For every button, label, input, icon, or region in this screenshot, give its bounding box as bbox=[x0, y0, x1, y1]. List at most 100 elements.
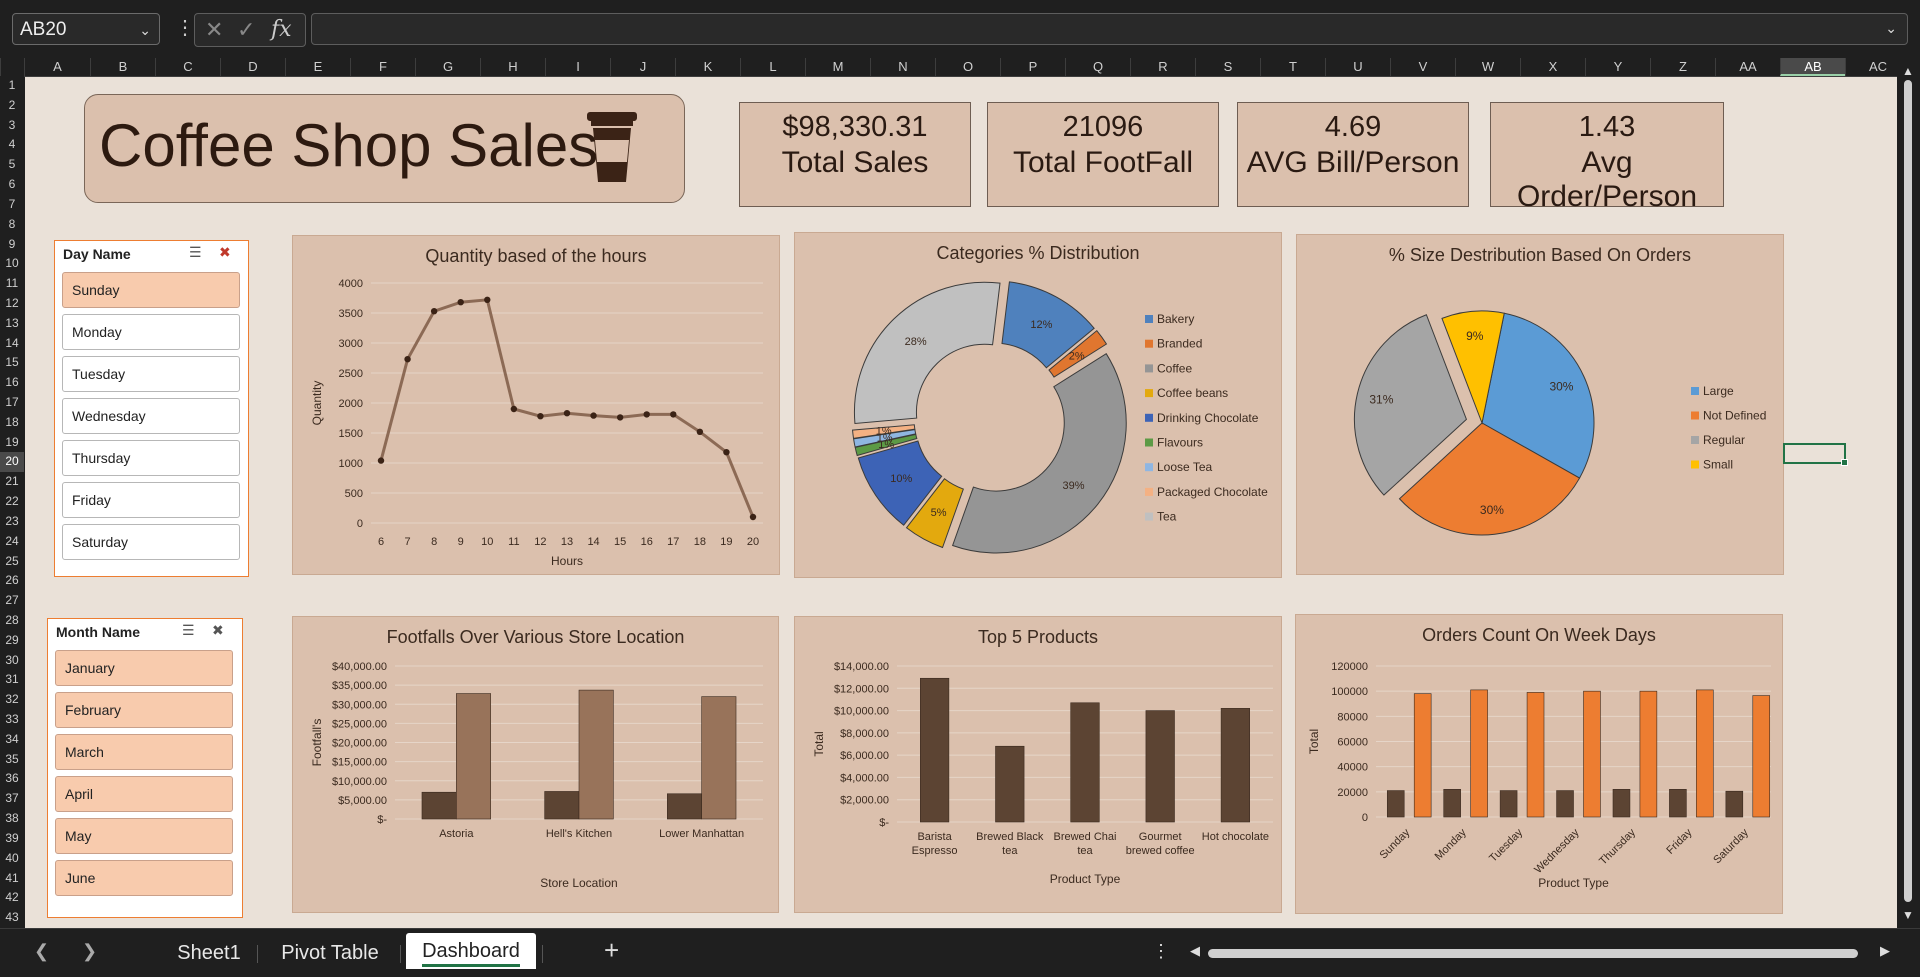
multi-select-icon[interactable]: ☰ bbox=[189, 244, 202, 261]
row-header-1[interactable]: 1 bbox=[0, 76, 24, 96]
column-header-h[interactable]: H bbox=[480, 58, 545, 76]
row-header-8[interactable]: 8 bbox=[0, 215, 24, 235]
row-header-17[interactable]: 17 bbox=[0, 393, 24, 413]
row-header-7[interactable]: 7 bbox=[0, 195, 24, 215]
column-header-v[interactable]: V bbox=[1390, 58, 1455, 76]
chart-top-products[interactable]: Top 5 Products $- $2,000.00 $4,000.00 $6,00… bbox=[794, 616, 1282, 913]
multi-select-icon[interactable]: ☰ bbox=[182, 622, 195, 639]
slicer-item-march[interactable]: March bbox=[55, 734, 233, 770]
formula-input[interactable]: ⌄ bbox=[311, 13, 1908, 45]
enter-icon[interactable]: ✓ bbox=[237, 14, 255, 46]
column-header-k[interactable]: K bbox=[675, 58, 740, 76]
chart-categories[interactable]: Categories % Distribution 12% 2% 39% 5% 10% 1… bbox=[794, 232, 1282, 578]
chart-orders-weekdays[interactable]: Orders Count On Week Days 0 20000 40000 600… bbox=[1295, 614, 1783, 914]
row-header-36[interactable]: 36 bbox=[0, 769, 24, 789]
insert-function-icon[interactable]: fx bbox=[271, 14, 292, 46]
row-header-37[interactable]: 37 bbox=[0, 789, 24, 809]
row-header-24[interactable]: 24 bbox=[0, 532, 24, 552]
fill-handle[interactable] bbox=[1841, 459, 1848, 466]
column-header-m[interactable]: M bbox=[805, 58, 870, 76]
row-header-15[interactable]: 15 bbox=[0, 353, 24, 373]
active-cell[interactable] bbox=[1783, 443, 1848, 466]
slicer-item-friday[interactable]: Friday bbox=[62, 482, 240, 518]
row-header-18[interactable]: 18 bbox=[0, 413, 24, 433]
scroll-thumb[interactable] bbox=[1904, 80, 1912, 902]
column-header-s[interactable]: S bbox=[1195, 58, 1260, 76]
row-header-13[interactable]: 13 bbox=[0, 314, 24, 334]
row-header-20[interactable]: 20 bbox=[0, 452, 24, 473]
row-header-12[interactable]: 12 bbox=[0, 294, 24, 314]
cancel-icon[interactable]: ✕ bbox=[205, 14, 223, 46]
prev-sheet-icon[interactable]: ❮ bbox=[34, 941, 49, 962]
row-header-16[interactable]: 16 bbox=[0, 373, 24, 393]
row-header-32[interactable]: 32 bbox=[0, 690, 24, 710]
vertical-scrollbar[interactable]: ▲ ▼ bbox=[1897, 58, 1920, 928]
row-header-41[interactable]: 41 bbox=[0, 869, 24, 889]
column-header-j[interactable]: J bbox=[610, 58, 675, 76]
chevron-down-icon[interactable]: ⌄ bbox=[139, 14, 151, 46]
row-header-40[interactable]: 40 bbox=[0, 849, 24, 869]
column-header-z[interactable]: Z bbox=[1650, 58, 1715, 76]
row-header-19[interactable]: 19 bbox=[0, 433, 24, 453]
chart-quantity-hours[interactable]: Quantity based of the hours 0 500 1000 1500… bbox=[292, 235, 780, 575]
slicer-item-january[interactable]: January bbox=[55, 650, 233, 686]
column-header-q[interactable]: Q bbox=[1065, 58, 1130, 76]
column-header-t[interactable]: T bbox=[1260, 58, 1325, 76]
row-header-5[interactable]: 5 bbox=[0, 155, 24, 175]
row-header-22[interactable]: 22 bbox=[0, 492, 24, 512]
column-header-g[interactable]: G bbox=[415, 58, 480, 76]
column-header-a[interactable]: A bbox=[24, 58, 90, 76]
tab-sheet1[interactable]: Sheet1 bbox=[168, 937, 250, 969]
row-header-30[interactable]: 30 bbox=[0, 651, 24, 671]
scroll-thumb[interactable] bbox=[1208, 949, 1858, 958]
row-header-39[interactable]: 39 bbox=[0, 829, 24, 849]
scroll-down-icon[interactable]: ▼ bbox=[1902, 908, 1914, 922]
column-header-o[interactable]: O bbox=[935, 58, 1000, 76]
column-header-w[interactable]: W bbox=[1455, 58, 1520, 76]
chart-size-distribution[interactable]: % Size Destribution Based On Orders 30% 3… bbox=[1296, 234, 1784, 575]
row-header-9[interactable]: 9 bbox=[0, 235, 24, 255]
row-header-6[interactable]: 6 bbox=[0, 175, 24, 195]
name-box[interactable]: AB20 ⌄ bbox=[12, 13, 160, 45]
horizontal-scrollbar[interactable]: ◀ ▶ bbox=[1190, 941, 1890, 965]
row-header-14[interactable]: 14 bbox=[0, 334, 24, 354]
column-header-ab[interactable]: AB bbox=[1780, 58, 1845, 76]
next-sheet-icon[interactable]: ❯ bbox=[82, 941, 97, 962]
column-header-p[interactable]: P bbox=[1000, 58, 1065, 76]
row-header-23[interactable]: 23 bbox=[0, 512, 24, 532]
slicer-item-monday[interactable]: Monday bbox=[62, 314, 240, 350]
more-options-icon[interactable]: ⋮ bbox=[175, 14, 195, 42]
column-header-f[interactable]: F bbox=[350, 58, 415, 76]
column-header-n[interactable]: N bbox=[870, 58, 935, 76]
select-all-corner[interactable] bbox=[0, 58, 24, 76]
row-header-3[interactable]: 3 bbox=[0, 116, 24, 136]
row-header-25[interactable]: 25 bbox=[0, 552, 24, 572]
column-header-e[interactable]: E bbox=[285, 58, 350, 76]
add-sheet-icon[interactable]: + bbox=[604, 935, 619, 966]
more-options-icon[interactable]: ⋮ bbox=[1152, 941, 1170, 962]
scroll-right-icon[interactable]: ▶ bbox=[1880, 943, 1890, 959]
column-header-l[interactable]: L bbox=[740, 58, 805, 76]
expand-formula-icon[interactable]: ⌄ bbox=[1885, 20, 1897, 37]
column-header-u[interactable]: U bbox=[1325, 58, 1390, 76]
column-header-i[interactable]: I bbox=[545, 58, 610, 76]
slicer-item-june[interactable]: June bbox=[55, 860, 233, 896]
row-header-38[interactable]: 38 bbox=[0, 809, 24, 829]
row-header-28[interactable]: 28 bbox=[0, 611, 24, 631]
column-header-aa[interactable]: AA bbox=[1715, 58, 1780, 76]
tab-dashboard[interactable]: Dashboard bbox=[406, 933, 536, 969]
row-header-33[interactable]: 33 bbox=[0, 710, 24, 730]
column-header-y[interactable]: Y bbox=[1585, 58, 1650, 76]
slicer-item-saturday[interactable]: Saturday bbox=[62, 524, 240, 560]
row-header-26[interactable]: 26 bbox=[0, 571, 24, 591]
column-header-b[interactable]: B bbox=[90, 58, 155, 76]
row-header-10[interactable]: 10 bbox=[0, 254, 24, 274]
row-header-21[interactable]: 21 bbox=[0, 472, 24, 492]
slicer-item-tuesday[interactable]: Tuesday bbox=[62, 356, 240, 392]
row-header-27[interactable]: 27 bbox=[0, 591, 24, 611]
slicer-item-wednesday[interactable]: Wednesday bbox=[62, 398, 240, 434]
column-header-c[interactable]: C bbox=[155, 58, 220, 76]
row-header-29[interactable]: 29 bbox=[0, 631, 24, 651]
slicer-item-sunday[interactable]: Sunday bbox=[62, 272, 240, 308]
row-header-42[interactable]: 42 bbox=[0, 888, 24, 908]
